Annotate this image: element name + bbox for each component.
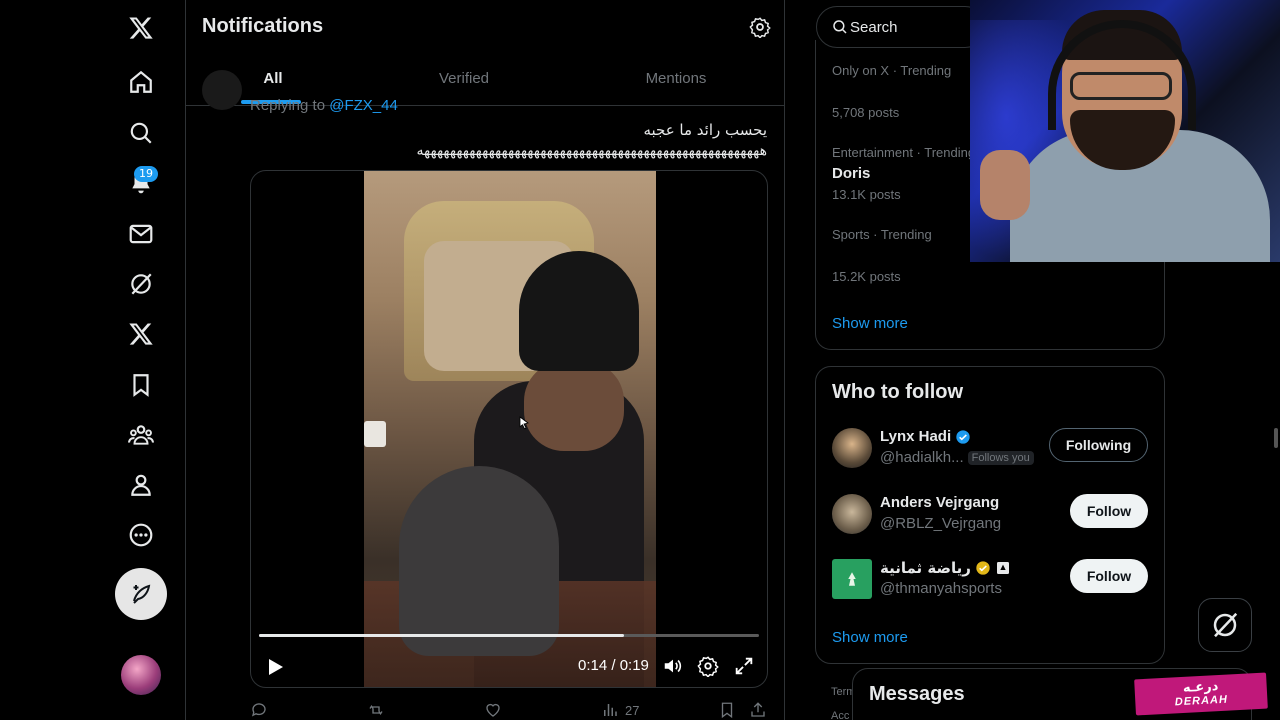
thmanyah-logo-icon bbox=[848, 572, 856, 586]
volume-icon[interactable] bbox=[662, 655, 684, 677]
follows-you-badge: Follows you bbox=[967, 451, 1034, 466]
trend-meta: Only on X · Trending bbox=[832, 63, 952, 78]
page-title: Notifications bbox=[202, 15, 324, 37]
who-to-follow-title: Who to follow bbox=[832, 381, 964, 403]
repost-icon bbox=[369, 705, 383, 715]
suggestion-name[interactable]: Anders Vejrgang bbox=[880, 494, 999, 511]
video-settings-icon[interactable] bbox=[697, 655, 719, 677]
repost-action[interactable] bbox=[367, 700, 385, 720]
bookmark-icon bbox=[721, 702, 733, 719]
x-logo-icon[interactable] bbox=[121, 8, 161, 48]
suggestion-name[interactable]: Lynx Hadi bbox=[880, 428, 971, 445]
profile-icon[interactable] bbox=[121, 465, 161, 505]
following-button[interactable]: Following bbox=[1049, 428, 1148, 462]
left-navigation: 19 bbox=[0, 0, 186, 720]
replying-to: Replying to @FZX_44 bbox=[250, 97, 398, 114]
notification-count-badge: 19 bbox=[134, 166, 158, 182]
mouse-cursor-icon bbox=[519, 416, 529, 430]
follow-button[interactable]: Follow bbox=[1070, 494, 1148, 528]
bookmarks-icon[interactable] bbox=[121, 365, 161, 405]
messages-icon[interactable] bbox=[121, 214, 161, 254]
grok-floating-button[interactable] bbox=[1198, 598, 1252, 652]
grok-icon bbox=[1213, 612, 1238, 638]
follow-suggestion[interactable]: Lynx Hadi @hadialkh... Follows you Follow… bbox=[816, 428, 1166, 488]
fullscreen-icon[interactable] bbox=[733, 655, 755, 677]
trend-posts: 15.2K posts bbox=[832, 269, 901, 284]
footer-accessibility-link[interactable]: Acc bbox=[831, 710, 849, 720]
account-avatar[interactable] bbox=[121, 655, 161, 695]
search-icon[interactable] bbox=[121, 113, 161, 153]
tab-verified[interactable]: Verified bbox=[394, 70, 534, 87]
channel-logo: درعـه DERAAH bbox=[1134, 672, 1268, 716]
views-action[interactable]: 27 bbox=[601, 700, 639, 720]
suggestion-handle-text: @hadialkh... bbox=[880, 449, 964, 466]
suggestion-name-text: رياضة ثمانية bbox=[880, 559, 971, 577]
webcam-overlay bbox=[970, 0, 1280, 262]
suggestion-handle: @hadialkh... Follows you bbox=[880, 449, 1034, 466]
views-count: 27 bbox=[625, 702, 640, 718]
verified-badge-icon bbox=[956, 429, 970, 444]
webcam-person-hand bbox=[980, 150, 1030, 220]
replying-handle-link[interactable]: @FZX_44 bbox=[329, 97, 398, 114]
communities-icon[interactable] bbox=[121, 415, 161, 455]
tab-mentions[interactable]: Mentions bbox=[606, 70, 746, 87]
trend-meta: Entertainment · Trending bbox=[832, 145, 976, 160]
views-chart-icon bbox=[604, 704, 617, 716]
trend-posts: 13.1K posts bbox=[832, 187, 901, 202]
channel-logo-english: DERAAH bbox=[1174, 693, 1229, 709]
gold-verified-badge-icon bbox=[976, 561, 990, 575]
follow-suggestion[interactable]: رياضة ثمانية @thmanyahsports Follow bbox=[816, 559, 1166, 619]
video-frame[interactable] bbox=[364, 171, 656, 687]
video-time: 0:14 / 0:19 bbox=[578, 657, 649, 674]
search-icon bbox=[833, 20, 847, 34]
reply-icon bbox=[251, 703, 266, 717]
notifications-column: Notifications All Verified Mentions Repl… bbox=[186, 0, 785, 720]
post-button[interactable] bbox=[115, 568, 167, 620]
like-heart-icon bbox=[486, 703, 500, 717]
share-icon bbox=[751, 702, 765, 717]
reply-action[interactable] bbox=[250, 700, 268, 720]
search-placeholder: Search bbox=[850, 19, 898, 36]
like-action[interactable] bbox=[484, 700, 502, 720]
video-scene-hat-foreground bbox=[399, 466, 559, 656]
suggestion-name-text: Lynx Hadi bbox=[880, 428, 952, 445]
settings-gear-icon[interactable] bbox=[749, 16, 771, 38]
avatar[interactable] bbox=[832, 494, 872, 534]
video-player[interactable]: 0:14 / 0:19 bbox=[250, 170, 768, 688]
video-scene-face bbox=[524, 361, 624, 451]
grok-icon[interactable] bbox=[121, 264, 161, 304]
follow-button[interactable]: Follow bbox=[1070, 559, 1148, 593]
suggestion-handle: @thmanyahsports bbox=[880, 580, 1002, 597]
suggestion-name[interactable]: رياضة ثمانية bbox=[880, 559, 1011, 577]
play-icon[interactable] bbox=[263, 655, 287, 679]
more-icon[interactable] bbox=[121, 515, 161, 555]
replying-prefix: Replying to bbox=[250, 97, 330, 114]
tweet-author-avatar[interactable] bbox=[202, 70, 242, 110]
suggestion-handle: @RBLZ_Vejrgang bbox=[880, 515, 1002, 532]
scrollbar-thumb[interactable] bbox=[1274, 428, 1278, 448]
messages-drawer-title: Messages bbox=[869, 683, 965, 705]
home-icon[interactable] bbox=[121, 62, 161, 102]
trend-meta: Sports · Trending bbox=[832, 227, 932, 242]
post-icon bbox=[133, 584, 151, 604]
trend-posts: 5,708 posts bbox=[832, 105, 900, 120]
video-progress-fill bbox=[259, 634, 624, 637]
video-scene-cup bbox=[364, 421, 386, 447]
affiliate-badge-icon bbox=[996, 562, 1009, 574]
share-action[interactable] bbox=[749, 700, 767, 720]
video-progress-bar[interactable] bbox=[259, 634, 759, 637]
who-to-follow-show-more-link[interactable]: Show more bbox=[832, 629, 908, 646]
who-to-follow-panel: Who to follow Lynx Hadi @hadialkh... Foll… bbox=[815, 366, 1165, 664]
premium-x-icon[interactable] bbox=[121, 314, 161, 354]
bookmark-action[interactable] bbox=[718, 700, 736, 720]
video-scene-hat bbox=[519, 251, 639, 371]
avatar[interactable] bbox=[832, 428, 872, 468]
tweet-text: يحسب رائد ما عجبه bbox=[643, 121, 767, 139]
tweet-text-laugh: هههههههههههههههههههههههههههههههههههههههه… bbox=[416, 143, 767, 159]
trends-show-more-link[interactable]: Show more bbox=[832, 315, 908, 332]
avatar[interactable] bbox=[832, 559, 872, 599]
trend-title[interactable]: Doris bbox=[832, 165, 870, 182]
follow-suggestion[interactable]: Anders Vejrgang @RBLZ_Vejrgang Follow bbox=[816, 494, 1166, 554]
